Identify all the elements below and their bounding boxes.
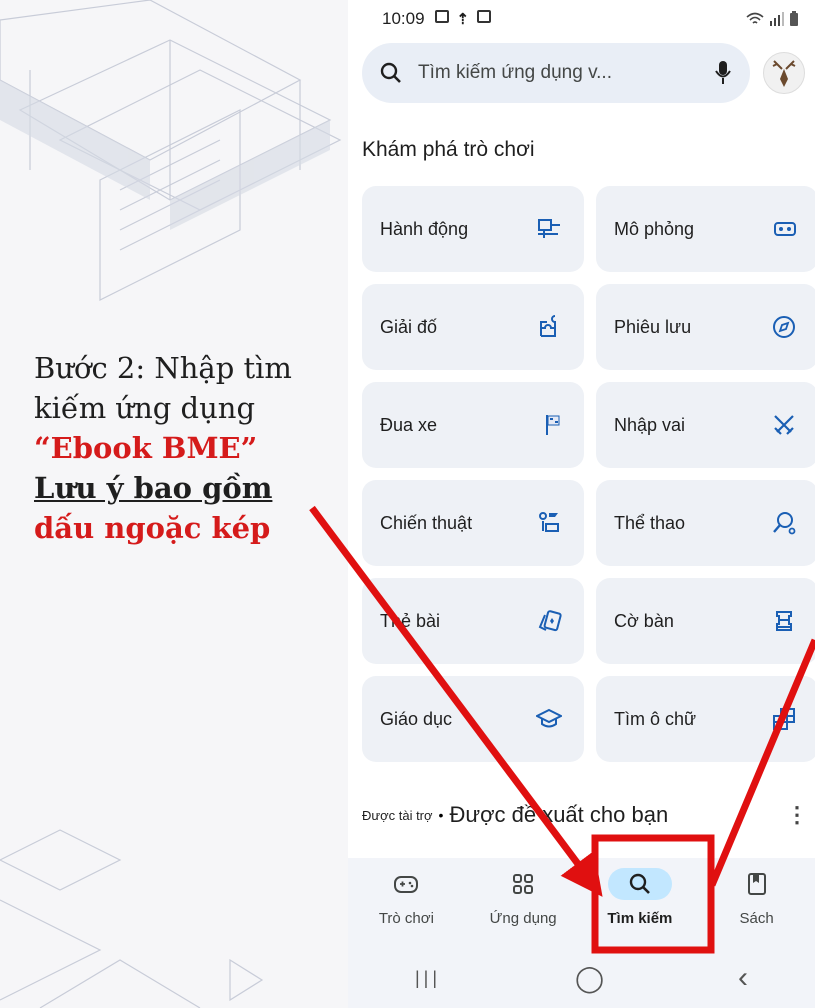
instruction-note-red: dấu ngoặc kép bbox=[34, 511, 271, 545]
nav-books[interactable]: Sách bbox=[707, 868, 807, 948]
back-button[interactable]: ‹ bbox=[738, 961, 748, 995]
category-card-action[interactable]: Hành động bbox=[362, 186, 584, 272]
nav-apps[interactable]: Ứng dụng bbox=[473, 868, 573, 948]
instruction-text: Bước 2: Nhập tìm kiếm ứng dụng “Ebook BM… bbox=[34, 348, 334, 548]
bottom-navigation: Trò chơi Ứng dụng Tìm kiếm Sách bbox=[348, 858, 815, 948]
strategy-icon bbox=[539, 512, 559, 532]
category-label: Chiến thuật bbox=[380, 512, 473, 533]
instruction-app-name: “Ebook BME” bbox=[34, 431, 258, 465]
tutorial-panel: Bước 2: Nhập tìm kiếm ứng dụng “Ebook BM… bbox=[0, 0, 348, 1008]
nav-search[interactable]: Tìm kiếm bbox=[590, 868, 690, 948]
category-card-adventure[interactable]: Phiêu lưu bbox=[596, 284, 815, 370]
category-label: Thể thao bbox=[614, 512, 686, 533]
category-card-board[interactable]: Cờ bàn bbox=[596, 578, 815, 664]
crossword-icon bbox=[773, 708, 795, 730]
instruction-step: Bước 2: Nhập tìm kiếm ứng dụng bbox=[34, 351, 292, 425]
more-options-icon[interactable]: ⋮ bbox=[786, 802, 808, 828]
category-label: Mô phỏng bbox=[614, 218, 695, 239]
nav-label: Ứng dụng bbox=[489, 910, 557, 927]
category-label: Thẻ bài bbox=[380, 610, 441, 631]
sponsored-label: Được tài trợ bbox=[362, 807, 433, 823]
category-card-puzzle[interactable]: Giải đố bbox=[362, 284, 584, 370]
recents-button[interactable]: ||| bbox=[415, 968, 441, 989]
category-card-crossword[interactable]: Tìm ô chữ bbox=[596, 676, 815, 762]
cards-icon bbox=[538, 610, 562, 632]
chess-icon bbox=[776, 611, 792, 631]
phone-screen: 10:09 ⇡ Tìm kiếm ứng dụng v... Khám phá … bbox=[348, 0, 815, 1008]
category-card-sports[interactable]: Thể thao bbox=[596, 480, 815, 566]
category-label: Nhập vai bbox=[614, 414, 686, 435]
signal-icon bbox=[770, 12, 784, 26]
puzzle-icon bbox=[540, 315, 556, 337]
section-title: Khám phá trò chơi bbox=[362, 138, 535, 161]
search-icon bbox=[380, 62, 401, 83]
sports-icon bbox=[773, 512, 796, 535]
instruction-note: Lưu ý bao gồm bbox=[34, 471, 273, 505]
sponsored-separator: • bbox=[438, 807, 444, 823]
nav-label: Trò chơi bbox=[378, 910, 434, 927]
recommended-title: Được đề xuất cho bạn bbox=[449, 802, 669, 827]
book-icon bbox=[747, 873, 766, 895]
category-label: Hành động bbox=[380, 218, 469, 239]
nav-games[interactable]: Trò chơi bbox=[356, 868, 456, 948]
category-label: Cờ bàn bbox=[614, 610, 674, 631]
search-icon bbox=[629, 873, 650, 894]
category-card-cards[interactable]: Thẻ bài bbox=[362, 578, 584, 664]
category-card-simulation[interactable]: Mô phỏng bbox=[596, 186, 815, 272]
wifi-icon bbox=[746, 12, 764, 24]
system-navigation: ||| ◯ ‹ bbox=[348, 948, 815, 1008]
graduation-cap-icon bbox=[536, 708, 562, 728]
upload-notification-icon: ⇡ bbox=[456, 11, 470, 28]
gallery-notification-icon bbox=[434, 10, 449, 23]
flag-icon bbox=[546, 415, 560, 435]
avatar[interactable] bbox=[763, 52, 805, 94]
category-label: Giáo dục bbox=[380, 708, 453, 729]
category-card-education[interactable]: Giáo dục bbox=[362, 676, 584, 762]
category-label: Tìm ô chữ bbox=[614, 708, 697, 729]
apps-icon bbox=[513, 874, 534, 894]
gamepad-icon bbox=[394, 876, 419, 893]
category-grid: Hành động Mô phỏng Giải đố Phiêu lưu Đua… bbox=[362, 186, 815, 762]
action-icon bbox=[538, 219, 560, 238]
category-card-strategy[interactable]: Chiến thuật bbox=[362, 480, 584, 566]
vr-icon bbox=[774, 222, 796, 236]
nav-label: Tìm kiếm bbox=[607, 910, 673, 927]
home-button[interactable]: ◯ bbox=[575, 963, 604, 994]
compass-icon bbox=[773, 316, 795, 338]
status-time: 10:09 bbox=[382, 9, 425, 28]
category-label: Giải đố bbox=[380, 316, 438, 337]
category-card-racing[interactable]: Đua xe bbox=[362, 382, 584, 468]
battery-icon bbox=[790, 11, 798, 26]
sponsored-header: Được tài trợ • Được đề xuất cho bạn ⋮ bbox=[362, 802, 808, 828]
app-notification-icon bbox=[477, 10, 492, 23]
category-card-roleplay[interactable]: Nhập vai bbox=[596, 382, 815, 468]
mic-icon[interactable] bbox=[714, 60, 732, 86]
search-bar[interactable]: Tìm kiếm ứng dụng v... bbox=[362, 43, 750, 103]
category-label: Phiêu lưu bbox=[614, 316, 692, 337]
search-input[interactable]: Tìm kiếm ứng dụng v... bbox=[418, 62, 714, 84]
nav-label: Sách bbox=[739, 910, 774, 927]
swords-icon bbox=[774, 415, 794, 435]
deer-avatar-icon bbox=[772, 60, 796, 87]
status-bar: 10:09 ⇡ bbox=[348, 0, 815, 38]
category-label: Đua xe bbox=[380, 414, 438, 435]
